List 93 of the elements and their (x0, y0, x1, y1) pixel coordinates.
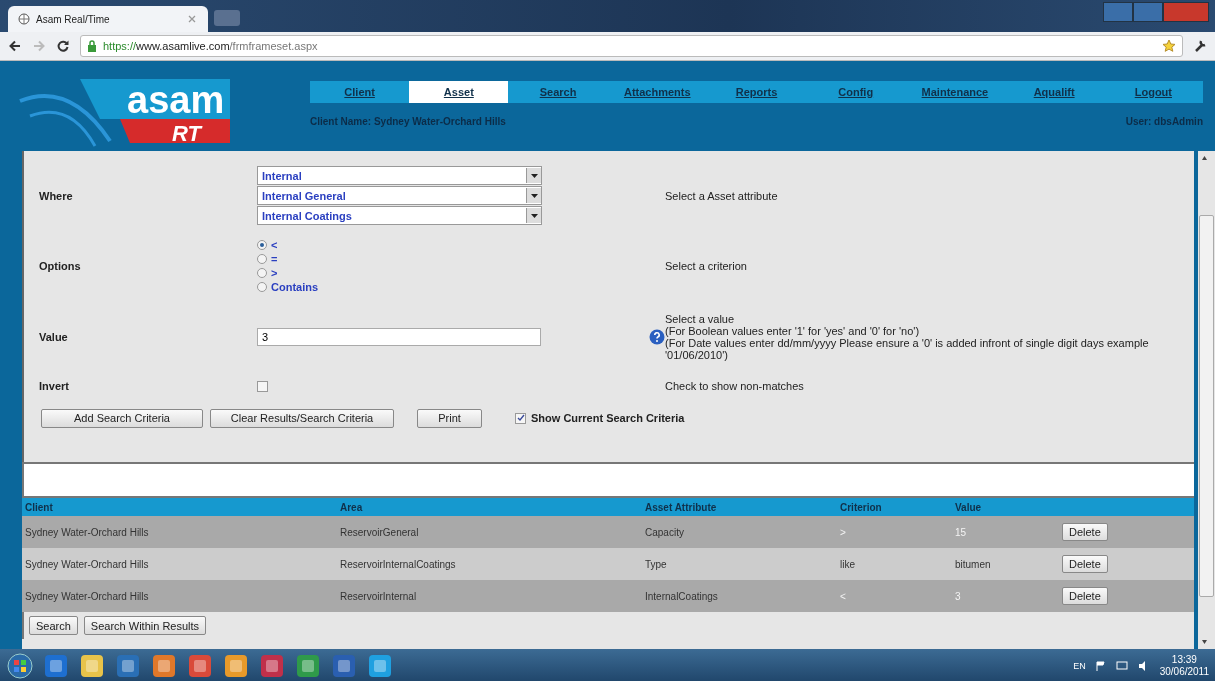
table-cell-text: Sydney Water-Orchard Hills (25, 590, 150, 602)
dropdown[interactable]: Internal General (257, 186, 542, 205)
field-label: Value (39, 331, 69, 343)
field-label: Where (39, 190, 74, 202)
table-cell-text: InternalCoatings (645, 590, 719, 602)
dropdown[interactable]: Internal Coatings (257, 206, 542, 225)
reload-icon[interactable] (56, 39, 70, 53)
show-criteria-checkbox[interactable] (515, 412, 526, 424)
help-icon[interactable] (649, 329, 665, 345)
lock-icon (87, 40, 97, 52)
table-cell-text: 15 (955, 526, 968, 538)
wrench-icon[interactable] (1193, 39, 1207, 53)
nav-tab[interactable]: Reports (706, 81, 807, 103)
client-name: Client Name: Sydney Water-Orchard Hills (310, 116, 506, 127)
table-cell-text: ReservoirInternal (340, 590, 418, 602)
table-cell-text: Sydney Water-Orchard Hills (25, 526, 150, 538)
close-button[interactable] (1163, 2, 1209, 22)
caret-icon (530, 173, 538, 178)
minimize-button[interactable] (1103, 2, 1133, 22)
taskbar-app-icon[interactable] (258, 652, 286, 679)
column-header: Criterion (840, 501, 883, 513)
search-button[interactable]: Search (29, 616, 78, 635)
checkbox-label: Show Current Search Criteria (531, 412, 685, 424)
table-cell-text: bitumen (955, 558, 992, 570)
taskbar-app-icon[interactable] (186, 652, 214, 679)
delete-button[interactable]: Delete (1062, 523, 1108, 541)
star-icon[interactable] (1162, 39, 1176, 53)
back-icon[interactable] (8, 39, 22, 53)
form-button[interactable]: Add Search Criteria (41, 408, 203, 428)
network-icon[interactable] (1115, 660, 1128, 671)
hint-text: Select a criterion (665, 260, 748, 272)
table-cell-text: > (840, 526, 847, 538)
close-icon[interactable] (186, 13, 198, 25)
nav-tab[interactable]: Config (806, 81, 906, 103)
column-header: Asset Attribute (645, 501, 718, 513)
radio-option[interactable]: > (257, 267, 542, 279)
taskbar-app-icon[interactable] (294, 652, 322, 679)
hint-text: Select a value (665, 313, 736, 325)
user-name: User: dbsAdmin (1125, 116, 1203, 127)
language-indicator[interactable]: EN (1073, 660, 1086, 671)
taskbar-app-icon[interactable] (222, 652, 250, 679)
hint-text: Check to show non-matches (665, 380, 805, 392)
table-cell-text: Type (645, 558, 668, 570)
taskbar-app-icon[interactable] (78, 652, 106, 679)
logo: asam RT (0, 61, 230, 151)
hint-text: (For Date values enter dd/mm/yyyy Please ensure a '0' is added infront of single digit days example '01/06/2010') (665, 337, 1150, 361)
taskbar-app-icon[interactable] (330, 652, 358, 679)
field-label: Options (39, 260, 82, 272)
taskbar-app-icon[interactable] (42, 652, 70, 679)
radio-option[interactable]: < (257, 239, 542, 251)
table-cell-text: Capacity (645, 526, 685, 538)
taskbar-app-icon[interactable] (150, 652, 178, 679)
radio-option[interactable]: = (257, 253, 542, 265)
value-field[interactable]: 3 (257, 328, 541, 346)
nav-tab[interactable]: Search (508, 81, 608, 103)
table-cell-text: < (840, 590, 847, 602)
table-cell-text: 3 (955, 590, 962, 602)
field-label: Invert (39, 380, 70, 392)
caret-icon (530, 213, 538, 218)
hint-text: (For Boolean values enter '1' for 'yes' and '0' for 'no') (665, 325, 921, 337)
start-button[interactable] (6, 652, 34, 679)
radio-option[interactable]: Contains (257, 281, 542, 293)
caret-icon (530, 193, 538, 198)
form-button[interactable]: Print (417, 408, 482, 428)
nav-tab[interactable]: Asset (409, 81, 509, 103)
address-field[interactable]: https://www.asamlive.com/frmframeset.aspx (80, 35, 1183, 57)
table-cell-text: ReservoirInternalCoatings (340, 558, 457, 570)
table-cell-text: ReservoirGeneral (340, 526, 420, 538)
delete-button[interactable]: Delete (1062, 587, 1108, 605)
restore-button[interactable] (1133, 2, 1163, 22)
clock[interactable]: 13:39 30/06/2011 (1159, 653, 1209, 678)
column-header: Area (340, 501, 364, 513)
flag-icon[interactable] (1095, 660, 1106, 671)
column-header: Client (25, 501, 54, 513)
browser-tab[interactable]: Asam Real/Time (8, 6, 208, 32)
nav-tab[interactable]: Aqualift (1004, 81, 1104, 103)
dropdown[interactable]: Internal (257, 166, 542, 185)
hint-text: Select a Asset attribute (665, 190, 779, 202)
table-cell-text: like (840, 558, 856, 570)
form-button[interactable]: Clear Results/Search Criteria (210, 408, 394, 428)
nav-tab[interactable]: Maintenance (905, 81, 1005, 103)
delete-button[interactable]: Delete (1062, 555, 1108, 573)
table-cell-text: Sydney Water-Orchard Hills (25, 558, 150, 570)
invert-checkbox[interactable] (257, 380, 268, 392)
column-header: Value (955, 501, 983, 513)
taskbar-app-icon[interactable] (114, 652, 142, 679)
nav-tab[interactable]: Client (310, 81, 410, 103)
search-button[interactable]: Search Within Results (83, 616, 207, 635)
globe-icon (18, 13, 30, 25)
nav-tab[interactable]: Logout (1103, 81, 1203, 103)
taskbar-app-icon[interactable] (366, 652, 394, 679)
scrollbar-thumb[interactable] (1199, 215, 1214, 597)
nav-tab[interactable]: Attachments (607, 81, 707, 103)
